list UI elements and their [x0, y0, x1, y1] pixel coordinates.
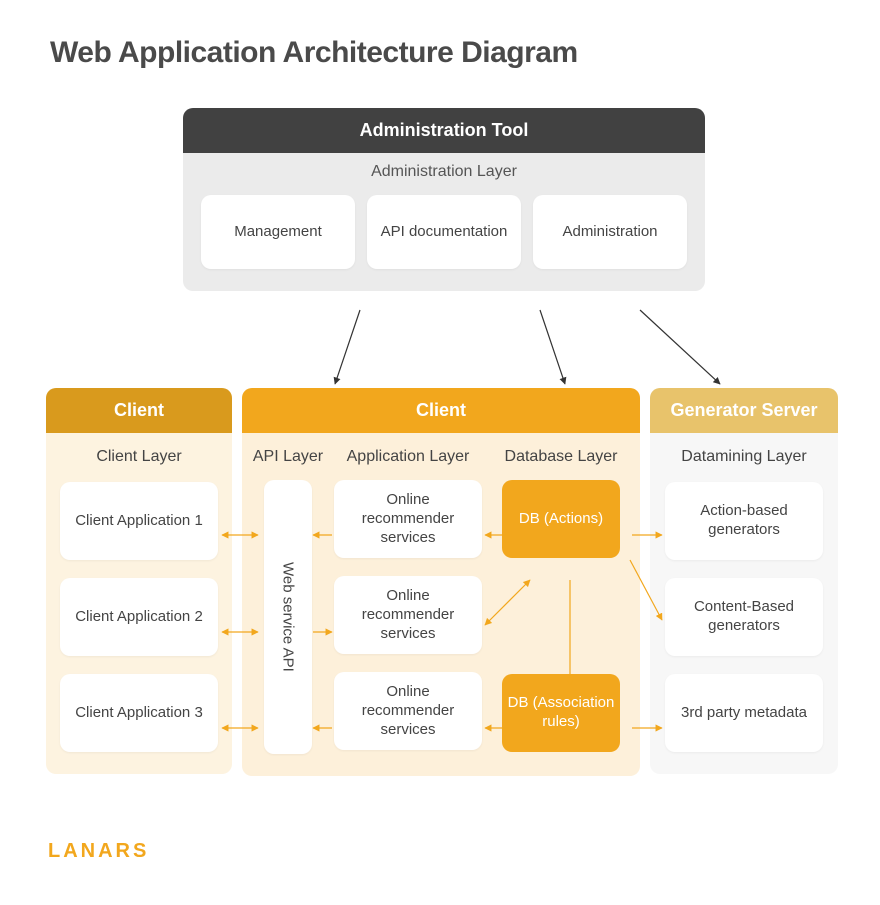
client-main-header: Client: [242, 388, 640, 433]
app-column: Application Layer Online recommender ser…: [324, 433, 492, 754]
client-app-2: Client Application 2: [60, 578, 218, 656]
page-title: Web Application Architecture Diagram: [50, 36, 578, 70]
admin-card-administration: Administration: [533, 195, 687, 269]
db-card-actions: DB (Actions): [502, 480, 620, 558]
app-card-2: Online recommender services: [334, 576, 482, 654]
generator-block: Generator Server Datamining Layer Action…: [650, 388, 838, 774]
arrow-admin-to-db: [540, 310, 565, 384]
arrow-admin-to-gen: [640, 310, 720, 384]
arrow-admin-to-client: [335, 310, 360, 384]
gen-card-content: Content-Based generators: [665, 578, 823, 656]
app-layer-label: Application Layer: [347, 433, 470, 474]
db-card-assoc: DB (Association rules): [502, 674, 620, 752]
db-layer-label: Database Layer: [505, 433, 618, 474]
gen-card-action: Action-based generators: [665, 482, 823, 560]
client-layer-label: Client Layer: [46, 433, 232, 474]
client-left-header: Client: [46, 388, 232, 433]
api-card: Web service API: [264, 480, 312, 754]
admin-layer-label: Administration Layer: [183, 153, 705, 183]
api-column: API Layer Web service API: [252, 433, 324, 754]
admin-card-api-doc: API documentation: [367, 195, 521, 269]
client-main-block: Client API Layer Web service API Applica…: [242, 388, 640, 776]
admin-card-management: Management: [201, 195, 355, 269]
logo: LANARS: [48, 840, 149, 863]
client-left-block: Client Client Layer Client Application 1…: [46, 388, 232, 774]
client-left-cards: Client Application 1 Client Application …: [46, 474, 232, 774]
admin-header: Administration Tool: [183, 108, 705, 153]
datamining-layer-label: Datamining Layer: [650, 433, 838, 474]
gen-card-3rdparty: 3rd party metadata: [665, 674, 823, 752]
generator-header: Generator Server: [650, 388, 838, 433]
app-card-1: Online recommender services: [334, 480, 482, 558]
generator-cards: Action-based generators Content-Based ge…: [650, 474, 838, 774]
client-app-1: Client Application 1: [60, 482, 218, 560]
db-column: Database Layer DB (Actions) DB (Associat…: [492, 433, 630, 754]
api-layer-label: API Layer: [253, 433, 323, 474]
admin-block: Administration Tool Administration Layer…: [183, 108, 705, 291]
client-app-3: Client Application 3: [60, 674, 218, 752]
app-card-3: Online recommender services: [334, 672, 482, 750]
admin-cards: Management API documentation Administrat…: [183, 183, 705, 291]
